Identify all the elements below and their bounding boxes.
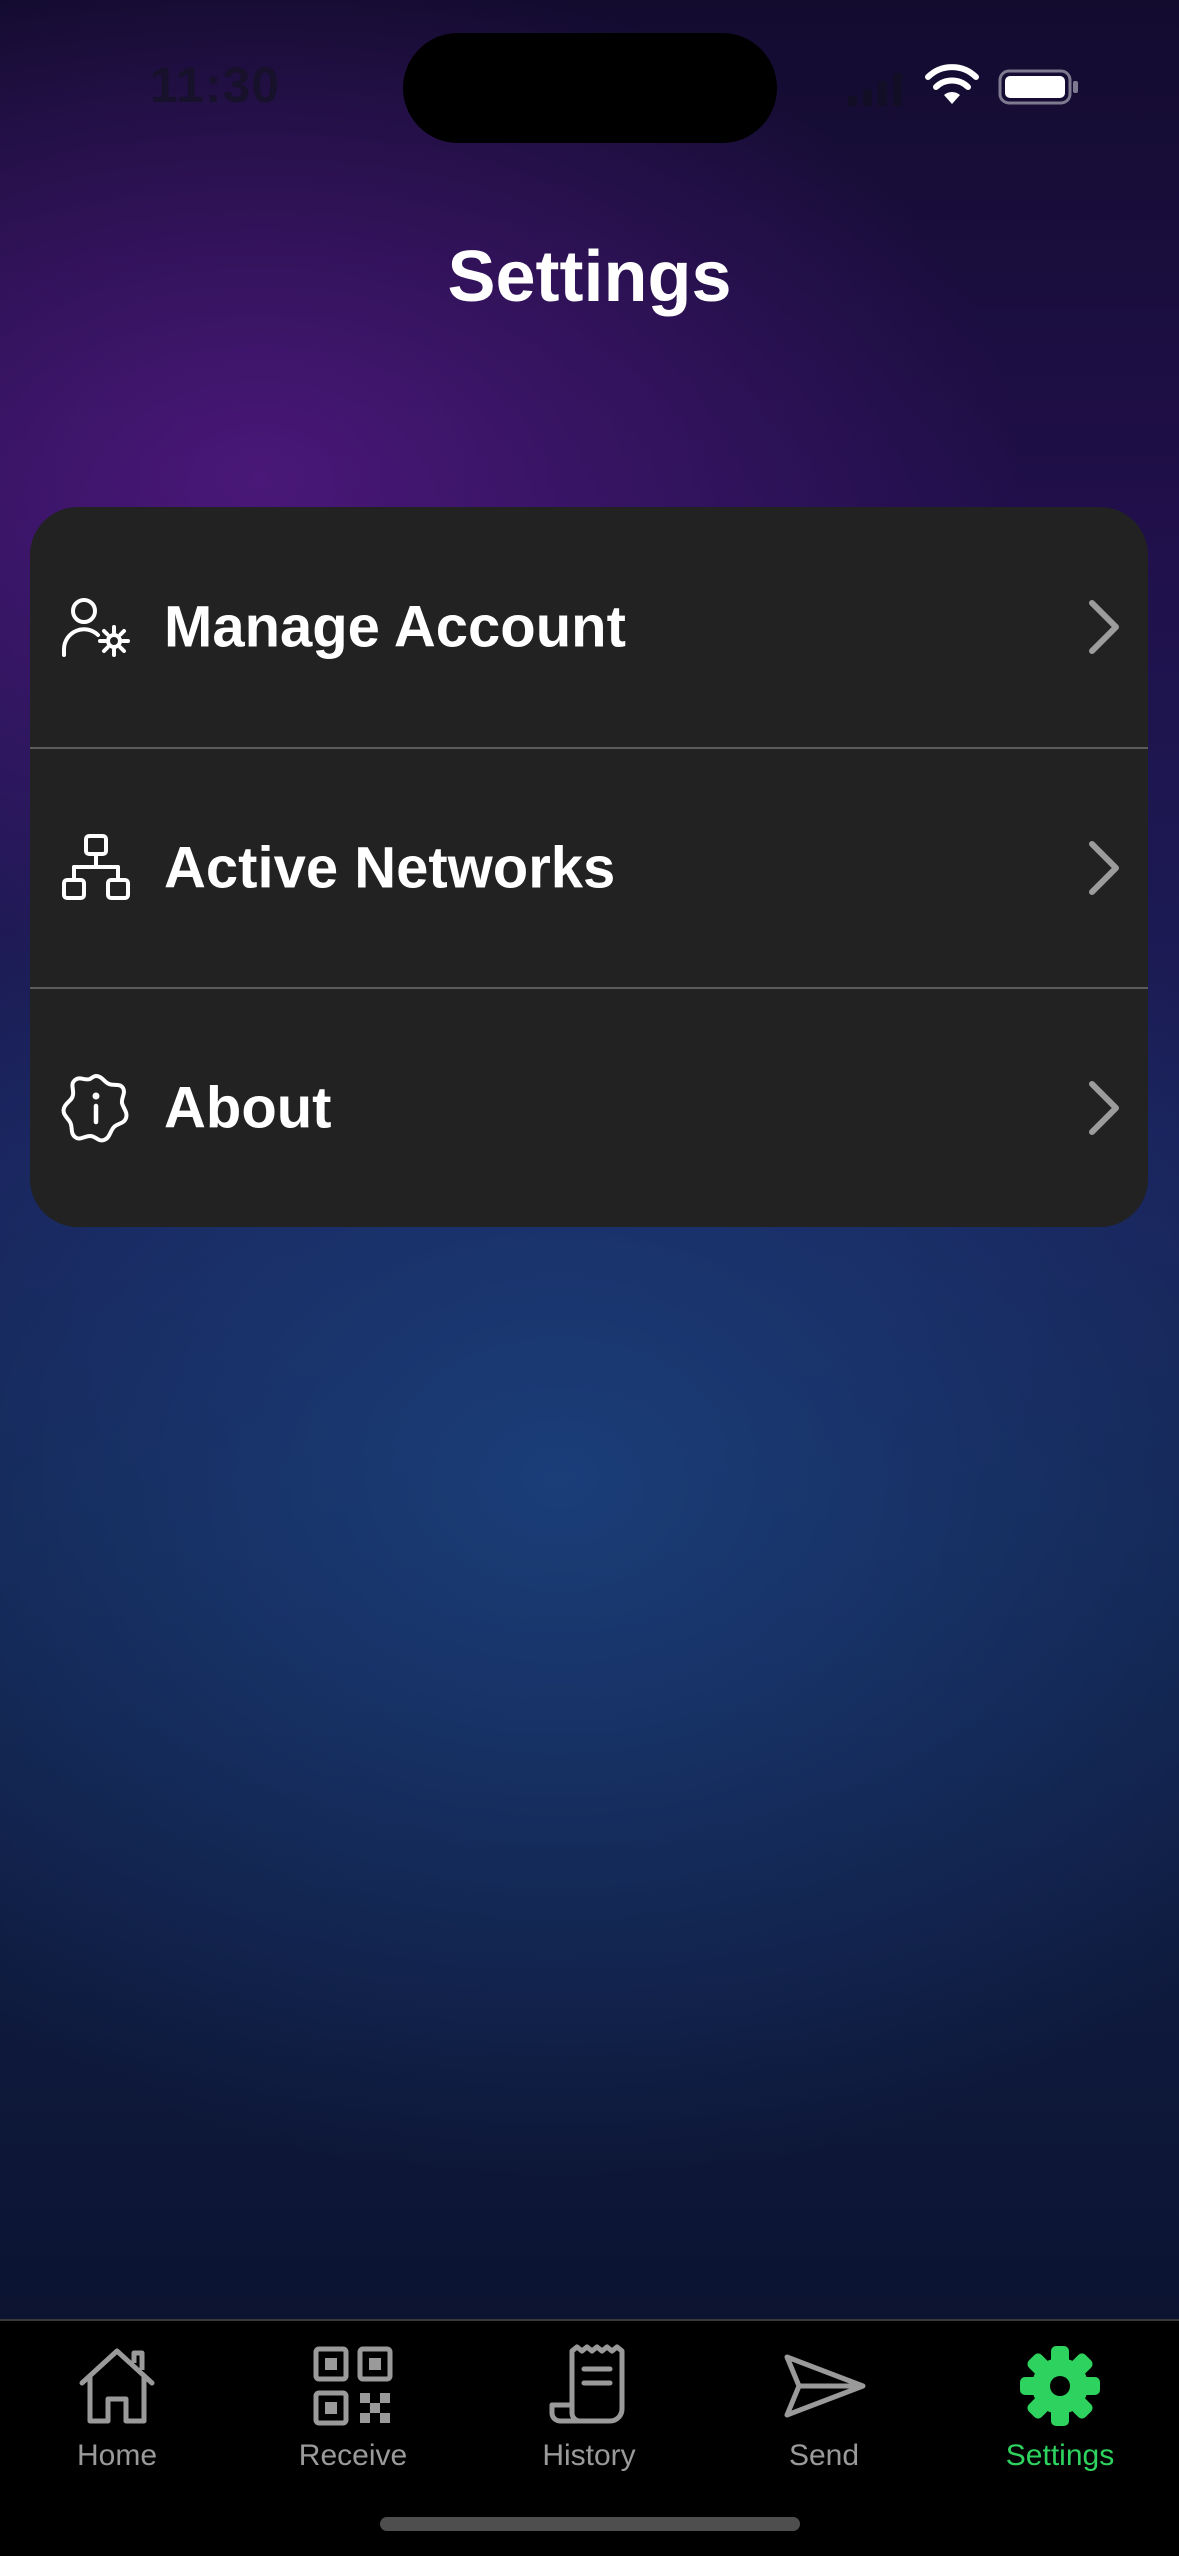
status-bar: 11:30 [0, 0, 1179, 150]
home-indicator [380, 2517, 800, 2531]
chevron-right-icon [1089, 600, 1119, 654]
qr-code-icon [313, 2346, 393, 2426]
settings-list: Manage Account Active Networks About [30, 507, 1148, 1227]
tab-label: History [542, 2439, 636, 2472]
network-icon [62, 834, 130, 900]
tab-home[interactable]: Home [17, 2343, 217, 2493]
tab-label: Receive [298, 2439, 408, 2472]
status-time: 11:30 [150, 57, 281, 113]
settings-item-label: Active Networks [164, 835, 616, 901]
dynamic-island [403, 33, 777, 143]
home-icon [79, 2348, 155, 2424]
tab-label: Send [788, 2439, 860, 2472]
paper-plane-icon [784, 2354, 866, 2418]
chevron-right-icon [1089, 1081, 1119, 1135]
gear-icon [1020, 2346, 1100, 2426]
tab-label: Home [76, 2439, 158, 2472]
page-title: Settings [447, 237, 732, 317]
settings-item-label: About [164, 1075, 332, 1141]
settings-item-manage-account[interactable]: Manage Account [30, 507, 1148, 747]
tab-settings[interactable]: Settings [960, 2343, 1160, 2493]
settings-item-active-networks[interactable]: Active Networks [30, 747, 1148, 987]
info-badge-icon [61, 1074, 129, 1143]
user-gear-icon [62, 598, 130, 657]
receipt-icon [549, 2344, 625, 2424]
settings-item-about[interactable]: About [30, 987, 1148, 1227]
wifi-icon [925, 64, 979, 104]
tab-receive[interactable]: Receive [253, 2343, 453, 2493]
battery-icon [998, 69, 1078, 105]
settings-item-label: Manage Account [164, 594, 626, 660]
cellular-signal-icon [848, 73, 902, 106]
tab-history[interactable]: History [489, 2343, 689, 2493]
chevron-right-icon [1089, 841, 1119, 895]
tab-label: Settings [1005, 2439, 1115, 2472]
tab-send[interactable]: Send [724, 2343, 924, 2493]
